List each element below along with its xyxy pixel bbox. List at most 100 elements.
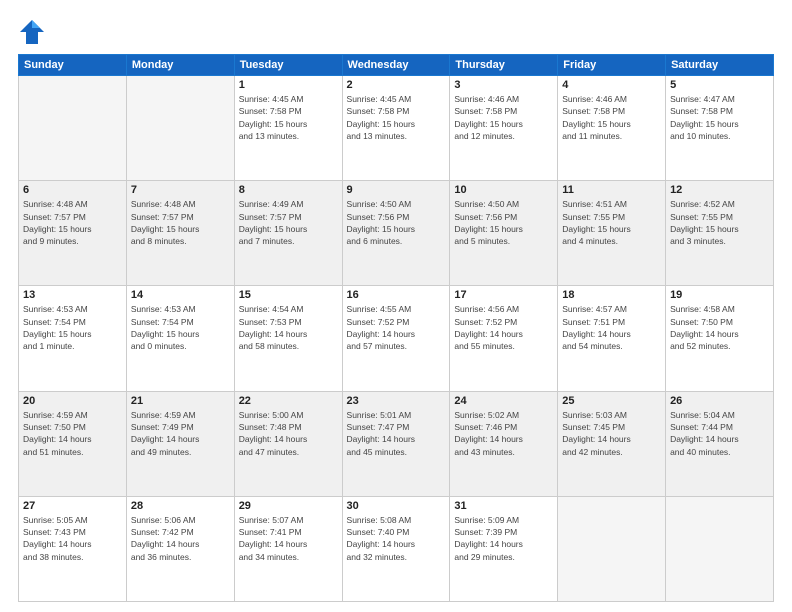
day-info: Sunrise: 5:00 AM Sunset: 7:48 PM Dayligh… bbox=[239, 409, 338, 458]
day-info: Sunrise: 5:04 AM Sunset: 7:44 PM Dayligh… bbox=[670, 409, 769, 458]
day-info: Sunrise: 5:07 AM Sunset: 7:41 PM Dayligh… bbox=[239, 514, 338, 563]
calendar-cell: 25 Sunrise: 5:03 AM Sunset: 7:45 PM Dayli… bbox=[558, 391, 666, 496]
day-number: 9 bbox=[347, 184, 446, 196]
day-info: Sunrise: 4:55 AM Sunset: 7:52 PM Dayligh… bbox=[347, 303, 446, 352]
day-info: Sunrise: 4:48 AM Sunset: 7:57 PM Dayligh… bbox=[23, 198, 122, 247]
day-number: 5 bbox=[670, 79, 769, 91]
calendar-cell: 3 Sunrise: 4:46 AM Sunset: 7:58 PM Daylig… bbox=[450, 76, 558, 181]
day-number: 2 bbox=[347, 79, 446, 91]
calendar-cell: 21 Sunrise: 4:59 AM Sunset: 7:49 PM Dayli… bbox=[126, 391, 234, 496]
calendar-cell: 23Sunrise: 5:01 AM Sunset: 7:47 PM Dayli… bbox=[342, 391, 450, 496]
day-number: 8 bbox=[239, 184, 338, 196]
calendar-cell: 26 Sunrise: 5:04 AM Sunset: 7:44 PM Dayli… bbox=[666, 391, 774, 496]
day-number: 10 bbox=[454, 184, 553, 196]
day-number: 23 bbox=[347, 395, 446, 407]
calendar-cell: 5 Sunrise: 4:47 AM Sunset: 7:58 PM Daylig… bbox=[666, 76, 774, 181]
week-row-4: 20Sunrise: 4:59 AM Sunset: 7:50 PM Dayli… bbox=[19, 391, 774, 496]
calendar-cell: 17 Sunrise: 4:56 AM Sunset: 7:52 PM Dayli… bbox=[450, 286, 558, 391]
calendar-cell: 4 Sunrise: 4:46 AM Sunset: 7:58 PM Daylig… bbox=[558, 76, 666, 181]
calendar-cell: 13 Sunrise: 4:53 AM Sunset: 7:54 PM Dayli… bbox=[19, 286, 127, 391]
calendar-cell: 9Sunrise: 4:50 AM Sunset: 7:56 PM Daylig… bbox=[342, 181, 450, 286]
day-info: Sunrise: 4:48 AM Sunset: 7:57 PM Dayligh… bbox=[131, 198, 230, 247]
day-info: Sunrise: 5:08 AM Sunset: 7:40 PM Dayligh… bbox=[347, 514, 446, 563]
calendar-cell: 28Sunrise: 5:06 AM Sunset: 7:42 PM Dayli… bbox=[126, 496, 234, 601]
day-number: 31 bbox=[454, 500, 553, 512]
weekday-header-friday: Friday bbox=[558, 55, 666, 76]
logo bbox=[18, 18, 50, 46]
day-number: 6 bbox=[23, 184, 122, 196]
day-info: Sunrise: 5:05 AM Sunset: 7:43 PM Dayligh… bbox=[23, 514, 122, 563]
day-info: Sunrise: 4:59 AM Sunset: 7:49 PM Dayligh… bbox=[131, 409, 230, 458]
calendar-cell: 1Sunrise: 4:45 AM Sunset: 7:58 PM Daylig… bbox=[234, 76, 342, 181]
calendar-cell: 11 Sunrise: 4:51 AM Sunset: 7:55 PM Dayli… bbox=[558, 181, 666, 286]
weekday-header-thursday: Thursday bbox=[450, 55, 558, 76]
calendar-cell: 30 Sunrise: 5:08 AM Sunset: 7:40 PM Dayli… bbox=[342, 496, 450, 601]
day-number: 4 bbox=[562, 79, 661, 91]
page: SundayMondayTuesdayWednesdayThursdayFrid… bbox=[0, 0, 792, 612]
calendar-cell: 18 Sunrise: 4:57 AM Sunset: 7:51 PM Dayli… bbox=[558, 286, 666, 391]
day-info: Sunrise: 4:58 AM Sunset: 7:50 PM Dayligh… bbox=[670, 303, 769, 352]
day-number: 22 bbox=[239, 395, 338, 407]
day-info: Sunrise: 4:53 AM Sunset: 7:54 PM Dayligh… bbox=[23, 303, 122, 352]
calendar-cell: 19Sunrise: 4:58 AM Sunset: 7:50 PM Dayli… bbox=[666, 286, 774, 391]
calendar-cell bbox=[558, 496, 666, 601]
calendar-cell bbox=[126, 76, 234, 181]
day-info: Sunrise: 4:47 AM Sunset: 7:58 PM Dayligh… bbox=[670, 93, 769, 142]
day-info: Sunrise: 4:46 AM Sunset: 7:58 PM Dayligh… bbox=[454, 93, 553, 142]
day-number: 3 bbox=[454, 79, 553, 91]
weekday-header-wednesday: Wednesday bbox=[342, 55, 450, 76]
calendar-cell: 16Sunrise: 4:55 AM Sunset: 7:52 PM Dayli… bbox=[342, 286, 450, 391]
day-number: 24 bbox=[454, 395, 553, 407]
calendar-cell: 8 Sunrise: 4:49 AM Sunset: 7:57 PM Daylig… bbox=[234, 181, 342, 286]
day-number: 13 bbox=[23, 289, 122, 301]
calendar-cell: 7Sunrise: 4:48 AM Sunset: 7:57 PM Daylig… bbox=[126, 181, 234, 286]
weekday-header-sunday: Sunday bbox=[19, 55, 127, 76]
week-row-1: 1 Sunrise: 4:45 AM Sunset: 7:58 PM Daylig… bbox=[19, 76, 774, 181]
calendar-table: SundayMondayTuesdayWednesdayThursdayFrid… bbox=[18, 54, 774, 602]
weekday-header-row: SundayMondayTuesdayWednesdayThursdayFrid… bbox=[19, 55, 774, 76]
day-info: Sunrise: 4:52 AM Sunset: 7:55 PM Dayligh… bbox=[670, 198, 769, 247]
calendar-cell: 6 Sunrise: 4:48 AM Sunset: 7:57 PM Daylig… bbox=[19, 181, 127, 286]
day-number: 18 bbox=[562, 289, 661, 301]
header bbox=[18, 18, 774, 46]
calendar-cell: 24Sunrise: 5:02 AM Sunset: 7:46 PM Dayli… bbox=[450, 391, 558, 496]
day-number: 12 bbox=[670, 184, 769, 196]
day-number: 29 bbox=[239, 500, 338, 512]
calendar-cell: 10Sunrise: 4:50 AM Sunset: 7:56 PM Dayli… bbox=[450, 181, 558, 286]
day-number: 30 bbox=[347, 500, 446, 512]
day-info: Sunrise: 4:54 AM Sunset: 7:53 PM Dayligh… bbox=[239, 303, 338, 352]
weekday-header-monday: Monday bbox=[126, 55, 234, 76]
calendar-cell: 14 Sunrise: 4:53 AM Sunset: 7:54 PM Dayli… bbox=[126, 286, 234, 391]
weekday-header-tuesday: Tuesday bbox=[234, 55, 342, 76]
day-info: Sunrise: 4:45 AM Sunset: 7:58 PM Dayligh… bbox=[347, 93, 446, 142]
day-number: 1 bbox=[239, 79, 338, 91]
calendar-cell: 15 Sunrise: 4:54 AM Sunset: 7:53 PM Dayli… bbox=[234, 286, 342, 391]
day-info: Sunrise: 5:06 AM Sunset: 7:42 PM Dayligh… bbox=[131, 514, 230, 563]
day-number: 25 bbox=[562, 395, 661, 407]
calendar-cell bbox=[19, 76, 127, 181]
calendar-cell bbox=[666, 496, 774, 601]
day-info: Sunrise: 4:53 AM Sunset: 7:54 PM Dayligh… bbox=[131, 303, 230, 352]
calendar-cell: 22 Sunrise: 5:00 AM Sunset: 7:48 PM Dayli… bbox=[234, 391, 342, 496]
day-info: Sunrise: 5:03 AM Sunset: 7:45 PM Dayligh… bbox=[562, 409, 661, 458]
day-number: 14 bbox=[131, 289, 230, 301]
day-number: 26 bbox=[670, 395, 769, 407]
day-info: Sunrise: 4:57 AM Sunset: 7:51 PM Dayligh… bbox=[562, 303, 661, 352]
week-row-3: 13 Sunrise: 4:53 AM Sunset: 7:54 PM Dayli… bbox=[19, 286, 774, 391]
week-row-2: 6 Sunrise: 4:48 AM Sunset: 7:57 PM Daylig… bbox=[19, 181, 774, 286]
day-number: 21 bbox=[131, 395, 230, 407]
day-number: 11 bbox=[562, 184, 661, 196]
weekday-header-saturday: Saturday bbox=[666, 55, 774, 76]
day-number: 15 bbox=[239, 289, 338, 301]
calendar-cell: 20Sunrise: 4:59 AM Sunset: 7:50 PM Dayli… bbox=[19, 391, 127, 496]
day-info: Sunrise: 4:56 AM Sunset: 7:52 PM Dayligh… bbox=[454, 303, 553, 352]
day-number: 17 bbox=[454, 289, 553, 301]
logo-icon bbox=[18, 18, 46, 46]
day-info: Sunrise: 4:46 AM Sunset: 7:58 PM Dayligh… bbox=[562, 93, 661, 142]
calendar-cell: 29 Sunrise: 5:07 AM Sunset: 7:41 PM Dayli… bbox=[234, 496, 342, 601]
day-info: Sunrise: 4:51 AM Sunset: 7:55 PM Dayligh… bbox=[562, 198, 661, 247]
day-info: Sunrise: 4:49 AM Sunset: 7:57 PM Dayligh… bbox=[239, 198, 338, 247]
week-row-5: 27Sunrise: 5:05 AM Sunset: 7:43 PM Dayli… bbox=[19, 496, 774, 601]
calendar-cell: 2 Sunrise: 4:45 AM Sunset: 7:58 PM Daylig… bbox=[342, 76, 450, 181]
day-number: 20 bbox=[23, 395, 122, 407]
